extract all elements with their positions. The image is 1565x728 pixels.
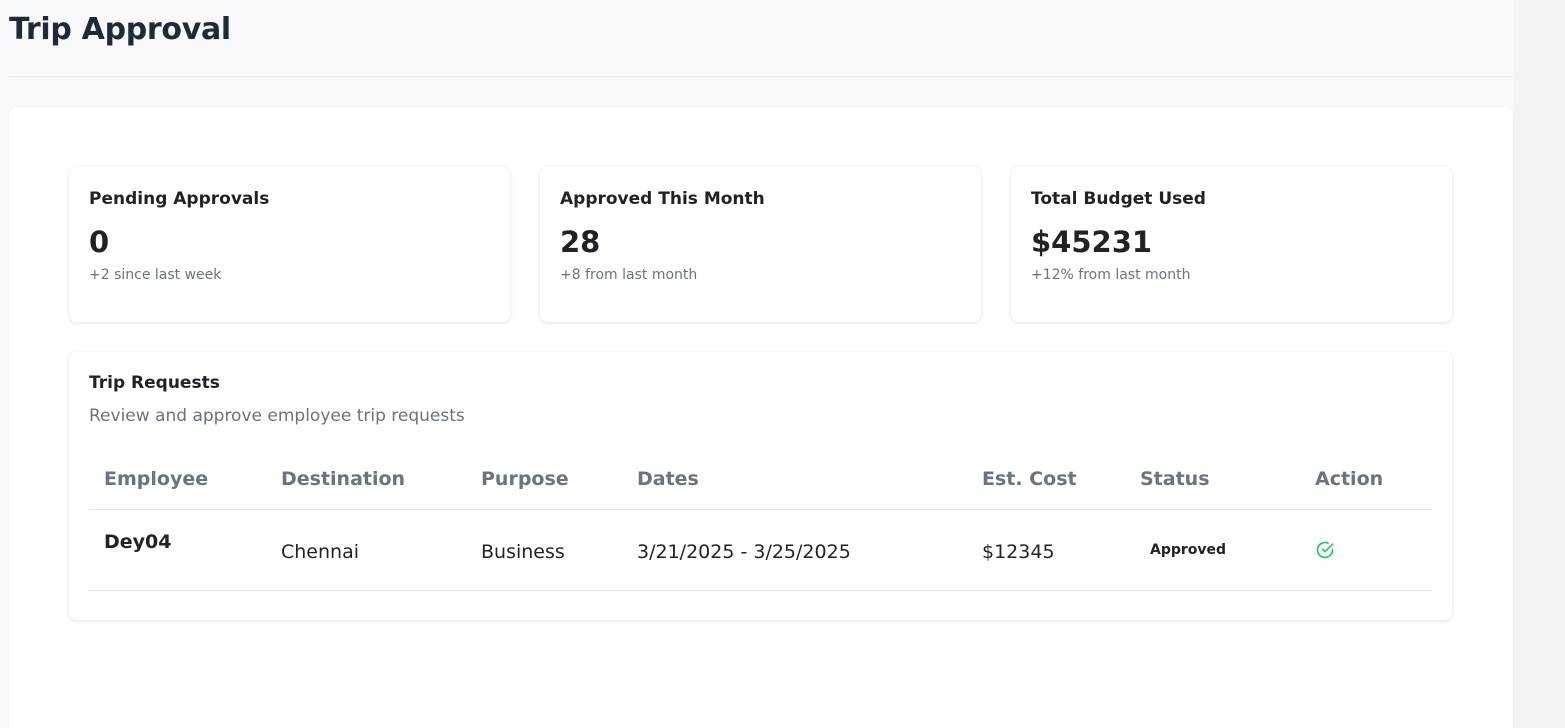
column-header-action: Action bbox=[1315, 468, 1384, 490]
table-row: Dey04 Chennai Business 3/21/2025 - 3/25/… bbox=[89, 510, 1432, 591]
stat-value: $45231 bbox=[1031, 225, 1153, 259]
stat-subtext: +12% from last month bbox=[1031, 267, 1191, 283]
employee-cell: Dey04 bbox=[104, 531, 172, 553]
stat-subtext: +2 since last week bbox=[89, 267, 222, 283]
section-title: Trip Requests bbox=[89, 373, 220, 393]
trip-requests-card: Trip Requests Review and approve employe… bbox=[69, 352, 1452, 620]
page-title: Trip Approval bbox=[9, 12, 231, 47]
stat-value: 0 bbox=[89, 225, 110, 259]
purpose-cell: Business bbox=[481, 541, 565, 563]
stat-subtext: +8 from last month bbox=[560, 267, 698, 283]
dates-cell: 3/21/2025 - 3/25/2025 bbox=[637, 541, 851, 563]
column-header-dates: Dates bbox=[637, 468, 699, 490]
trip-requests-table: Employee Destination Purpose Dates Est. … bbox=[89, 459, 1432, 591]
header-divider bbox=[9, 76, 1513, 77]
stat-title: Approved This Month bbox=[560, 189, 765, 209]
destination-cell: Chennai bbox=[281, 541, 360, 563]
section-description: Review and approve employee trip request… bbox=[89, 406, 465, 426]
table-header: Employee Destination Purpose Dates Est. … bbox=[89, 459, 1432, 510]
column-header-destination: Destination bbox=[281, 468, 406, 490]
right-rail bbox=[1513, 0, 1565, 728]
stat-title: Total Budget Used bbox=[1031, 189, 1206, 209]
stat-card-pending: Pending Approvals 0 +2 since last week bbox=[69, 167, 510, 322]
column-header-cost: Est. Cost bbox=[982, 468, 1077, 490]
column-header-purpose: Purpose bbox=[481, 468, 569, 490]
stat-title: Pending Approvals bbox=[89, 189, 270, 209]
cost-cell: $12345 bbox=[982, 541, 1055, 563]
status-badge: Approved bbox=[1150, 542, 1227, 558]
stat-card-approved: Approved This Month 28 +8 from last mont… bbox=[540, 167, 981, 322]
column-header-employee: Employee bbox=[104, 468, 209, 490]
check-circle-icon[interactable] bbox=[1315, 540, 1335, 560]
page: Trip Approval Pending Approvals 0 +2 sin… bbox=[0, 0, 1565, 728]
column-header-status: Status bbox=[1140, 468, 1210, 490]
stat-value: 28 bbox=[560, 225, 601, 259]
stat-card-budget: Total Budget Used $45231 +12% from last … bbox=[1011, 167, 1452, 322]
